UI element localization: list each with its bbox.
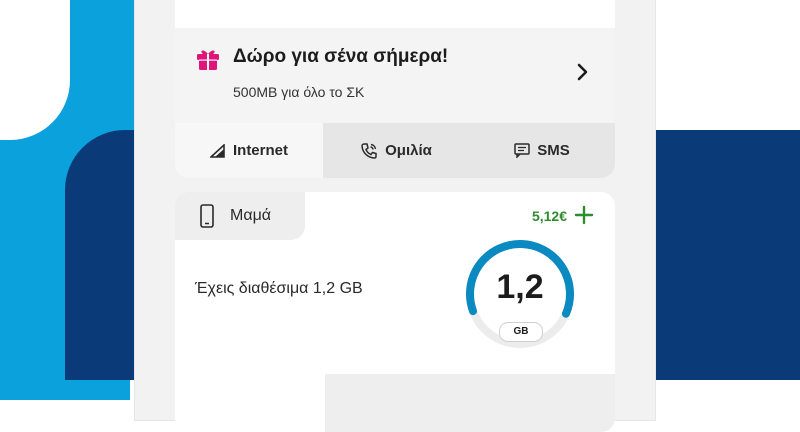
- card-bottom-tab: [325, 374, 615, 432]
- line-selector[interactable]: Μαμά: [175, 192, 305, 240]
- usage-tabs: Internet Ομιλία SMS: [175, 123, 615, 178]
- tab-internet[interactable]: Internet: [175, 123, 323, 178]
- promo-subtitle: 500MB για όλο το ΣΚ: [233, 84, 365, 100]
- line-name: Μαμά: [230, 207, 272, 224]
- card-top-area: [175, 0, 615, 24]
- gift-icon: [197, 50, 219, 70]
- tab-sms[interactable]: SMS: [469, 123, 615, 178]
- tab-voice[interactable]: Ομιλία: [323, 123, 469, 178]
- gauge-value: 1,2: [496, 268, 544, 306]
- promo-title: Δώρο για σένα σήμερα!: [233, 46, 449, 67]
- tab-voice-label: Ομιλία: [385, 142, 432, 159]
- usage-card: Δώρο για σένα σήμερα! 500MB για όλο το Σ…: [175, 0, 615, 178]
- tab-sms-label: SMS: [537, 142, 570, 159]
- phone-call-icon: [361, 142, 377, 159]
- balance-amount: 5,12€: [531, 208, 567, 224]
- available-data-text: Έχεις διαθέσιμα 1,2 GB: [195, 280, 363, 297]
- signal-icon: [209, 143, 225, 158]
- gauge-unit: GB: [499, 322, 543, 342]
- chevron-right-icon[interactable]: [573, 62, 593, 82]
- mobile-phone-icon: [200, 204, 214, 228]
- tab-internet-label: Internet: [232, 142, 288, 159]
- phone-screen: Δώρο για σένα σήμερα! 500MB για όλο το Σ…: [135, 0, 655, 432]
- plus-icon[interactable]: [573, 204, 595, 226]
- line-card: Μαμά 5,12€ Έχεις διαθέσιμα 1,2 GB 1,2 GB: [175, 192, 615, 432]
- promo-banner[interactable]: Δώρο για σένα σήμερα! 500MB για όλο το Σ…: [175, 28, 615, 123]
- message-icon: [514, 143, 530, 158]
